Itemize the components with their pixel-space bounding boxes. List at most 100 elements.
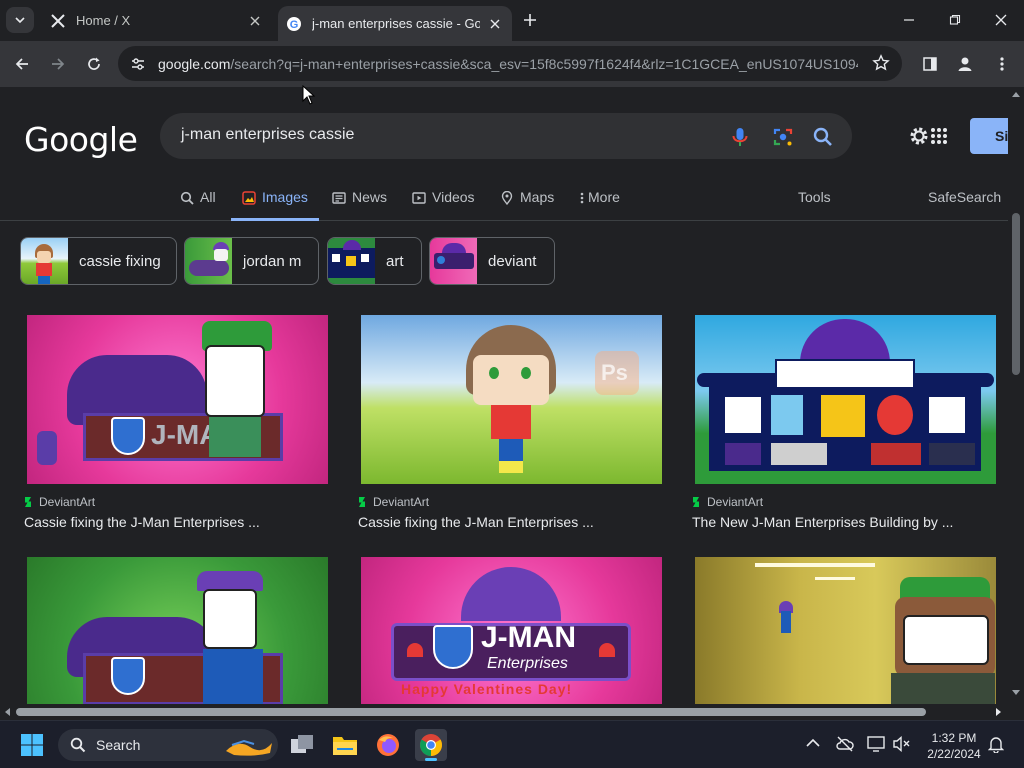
- x-logo-icon: [50, 13, 66, 29]
- taskbar-clock[interactable]: 1:32 PM 2/22/2024: [922, 730, 986, 762]
- result-thumbnail[interactable]: [27, 557, 328, 704]
- vertical-scroll-thumb[interactable]: [1012, 213, 1020, 375]
- clock-time: 1:32 PM: [931, 731, 977, 745]
- url-path: /search?q=j-man+enterprises+cassie&sca_e…: [230, 55, 858, 72]
- google-icon: G: [286, 16, 302, 32]
- new-tab-plus-icon[interactable]: [520, 10, 540, 30]
- file-explorer-icon[interactable]: [329, 729, 361, 761]
- result-thumbnail[interactable]: [695, 557, 996, 704]
- microphone-icon[interactable]: [729, 126, 751, 148]
- google-lens-icon[interactable]: [772, 126, 794, 148]
- image-result[interactable]: [692, 557, 1002, 704]
- result-title[interactable]: Cassie fixing the J-Man Enterprises ...: [358, 514, 668, 530]
- network-icon[interactable]: [867, 736, 885, 752]
- scroll-up-arrow-icon[interactable]: [1012, 91, 1020, 97]
- clock-date: 2/22/2024: [927, 747, 981, 761]
- url-text: google.com/search?q=j-man+enterprises+ca…: [158, 56, 858, 72]
- forward-arrow-icon[interactable]: [46, 52, 70, 76]
- chip-label: art: [386, 252, 404, 270]
- reload-icon[interactable]: [82, 52, 106, 76]
- chip-deviant[interactable]: deviant: [429, 237, 555, 285]
- search-query[interactable]: j-man enterprises cassie: [181, 126, 354, 144]
- close-window-icon[interactable]: [991, 10, 1011, 30]
- chip-jordan-m[interactable]: jordan m: [184, 237, 319, 285]
- result-thumbnail[interactable]: J-MAN Enterprises Happy Valentines Day!: [361, 557, 662, 704]
- search-icon: [180, 191, 194, 205]
- image-result[interactable]: [24, 557, 334, 704]
- search-box[interactable]: j-man enterprises cassie: [160, 113, 852, 159]
- chip-thumbnail: [328, 238, 375, 284]
- image-result[interactable]: J-MAN Enterprises Happy Valentines Day!: [358, 557, 668, 704]
- tab-news[interactable]: News: [332, 189, 387, 221]
- result-title[interactable]: The New J-Man Enterprises Building by ..…: [692, 514, 1002, 530]
- scroll-down-arrow-icon[interactable]: [1012, 690, 1020, 696]
- tab-title: Home / X: [76, 13, 131, 28]
- image-result[interactable]: Ps DeviantArt Cassie fixing the J-Man En…: [358, 315, 668, 530]
- image-result[interactable]: J-MAN DeviantArt Cassie fixing the J-Man…: [24, 315, 334, 530]
- tab-more[interactable]: More: [580, 189, 620, 221]
- result-source[interactable]: DeviantArt: [24, 495, 334, 509]
- address-bar[interactable]: google.com/search?q=j-man+enterprises+ca…: [118, 46, 902, 81]
- result-source[interactable]: DeviantArt: [692, 495, 1002, 509]
- notification-bell-icon[interactable]: [988, 735, 1004, 753]
- back-arrow-icon[interactable]: [10, 52, 34, 76]
- search-icon[interactable]: [812, 126, 834, 148]
- chip-art[interactable]: art: [327, 237, 422, 285]
- tab-label: Videos: [432, 189, 475, 205]
- tab-images[interactable]: Images: [231, 189, 319, 221]
- chip-label: jordan m: [243, 252, 302, 270]
- site-settings-icon[interactable]: [118, 56, 158, 72]
- close-tab-icon[interactable]: [486, 15, 504, 33]
- result-thumbnail[interactable]: J-MAN: [27, 315, 328, 484]
- minimize-icon[interactable]: [899, 10, 919, 30]
- tools-button[interactable]: Tools: [798, 189, 831, 221]
- vertical-scrollbar[interactable]: [1008, 87, 1024, 704]
- source-name: DeviantArt: [39, 495, 96, 509]
- google-header: Google j-man enterprises cassie Si All I…: [0, 87, 1020, 221]
- svg-text:G: G: [290, 19, 299, 31]
- tab-google-search[interactable]: G j-man enterprises cassie - Goog: [278, 6, 512, 41]
- taskbar-search-box[interactable]: Search: [58, 729, 278, 761]
- result-thumbnail[interactable]: [695, 315, 996, 484]
- scroll-left-arrow-icon[interactable]: [4, 708, 10, 716]
- photoshop-badge: Ps: [595, 351, 639, 395]
- chip-cassie-fixing[interactable]: cassie fixing: [20, 237, 177, 285]
- source-name: DeviantArt: [707, 495, 764, 509]
- pin-icon: [500, 191, 514, 205]
- close-tab-icon[interactable]: [246, 12, 264, 30]
- chip-thumbnail: [430, 238, 477, 284]
- tab-maps[interactable]: Maps: [500, 189, 554, 221]
- side-panel-icon[interactable]: [918, 52, 942, 76]
- result-thumbnail[interactable]: Ps: [361, 315, 662, 484]
- horizontal-scroll-thumb[interactable]: [16, 708, 926, 716]
- search-highlight-icon: [224, 735, 274, 757]
- chip-label: cassie fixing: [79, 252, 161, 270]
- settings-gear-icon[interactable]: [908, 125, 930, 147]
- tab-videos[interactable]: Videos: [412, 189, 475, 221]
- result-title[interactable]: Cassie fixing the J-Man Enterprises ...: [24, 514, 334, 530]
- search-type-tabs: All Images News Videos Maps More Tools S…: [0, 185, 1008, 221]
- browser-menu-icon[interactable]: [990, 52, 1014, 76]
- bookmark-star-icon[interactable]: [872, 54, 890, 72]
- tab-home-x[interactable]: Home / X: [42, 6, 272, 35]
- horizontal-scrollbar[interactable]: [0, 704, 1008, 720]
- chrome-icon[interactable]: [415, 729, 447, 761]
- scroll-right-arrow-icon[interactable]: [996, 708, 1002, 716]
- task-view-icon[interactable]: [286, 729, 318, 761]
- profile-avatar-icon[interactable]: [953, 52, 977, 76]
- result-source[interactable]: DeviantArt: [358, 495, 668, 509]
- mouse-cursor-icon: [302, 85, 316, 105]
- tab-all[interactable]: All: [180, 189, 216, 221]
- google-logo[interactable]: Google: [24, 120, 138, 159]
- windows-start-icon[interactable]: [16, 729, 48, 761]
- safesearch-button[interactable]: SafeSearch: [928, 189, 1001, 221]
- chevron-up-icon[interactable]: [806, 738, 820, 748]
- restore-icon[interactable]: [945, 10, 965, 30]
- google-apps-grid-icon[interactable]: [930, 127, 948, 145]
- image-result[interactable]: DeviantArt The New J-Man Enterprises Bui…: [692, 315, 1002, 530]
- firefox-icon[interactable]: [372, 729, 404, 761]
- cloud-offline-icon[interactable]: [836, 736, 854, 752]
- valentines-text: Happy Valentines Day!: [401, 681, 573, 697]
- tab-search-chevron-icon[interactable]: [6, 7, 34, 33]
- speaker-muted-icon[interactable]: [893, 736, 911, 752]
